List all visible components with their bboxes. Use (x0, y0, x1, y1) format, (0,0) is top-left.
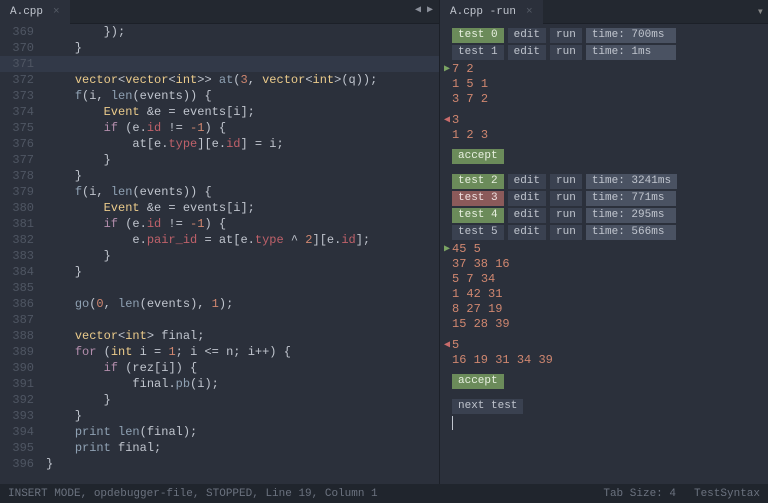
code-line[interactable]: if (rez[i]) { (46, 360, 439, 376)
code-line[interactable]: if (e.id != -1) { (46, 216, 439, 232)
output-marker-icon: ▶ (444, 242, 450, 257)
status-bar: INSERT MODE, opdebugger-file, STOPPED, L… (0, 484, 768, 503)
code-line[interactable]: } (46, 168, 439, 184)
tab-bar-right: A.cpp -run × ▾ (440, 0, 768, 24)
edit-button[interactable]: edit (508, 191, 546, 206)
run-button[interactable]: run (550, 191, 582, 206)
test-row: test 0 editrun time: 700ms (452, 28, 768, 43)
code-line[interactable]: } (46, 408, 439, 424)
code-line[interactable]: }); (46, 24, 439, 40)
dropdown-icon[interactable]: ▾ (757, 4, 764, 19)
time-badge: time: 3241ms (586, 174, 677, 189)
code-line[interactable]: } (46, 264, 439, 280)
run-pane: test 0editruntime: 700mstest 1editruntim… (440, 24, 768, 484)
output-line: 82719 (452, 302, 768, 317)
test-row: test 1 editrun time: 1ms (452, 45, 768, 60)
test-row: test 3 editrun time: 771ms (452, 191, 768, 206)
editor-pane[interactable]: 3693703713723733743753763773783793803813… (0, 24, 440, 484)
code-line[interactable]: } (46, 248, 439, 264)
output-line: 14231 (452, 287, 768, 302)
input-cursor[interactable] (452, 416, 453, 430)
code-line[interactable]: vector<vector<int>> at(3, vector<int>(q)… (46, 72, 439, 88)
edit-button[interactable]: edit (508, 225, 546, 240)
output-line: 72 (452, 62, 768, 77)
edit-button[interactable]: edit (508, 174, 546, 189)
code-line[interactable]: at[e.type][e.id] = i; (46, 136, 439, 152)
output-line: 373816 (452, 257, 768, 272)
run-button[interactable]: run (550, 28, 582, 43)
output-line: 5 (452, 338, 768, 353)
code-line[interactable] (46, 280, 439, 296)
code-line[interactable]: go(0, len(events), 1); (46, 296, 439, 312)
test-row: test 5 editrun time: 566ms (452, 225, 768, 240)
status-mode: INSERT MODE, opdebugger-file, STOPPED, L… (8, 488, 378, 500)
test-name-button[interactable]: test 4 (452, 208, 504, 223)
run-button[interactable]: run (550, 208, 582, 223)
test-row: test 2 editrun time: 3241ms (452, 174, 768, 189)
expected-marker-icon: ◀ (444, 338, 450, 353)
code-line[interactable] (46, 56, 439, 72)
code-line[interactable]: } (46, 456, 439, 472)
output-line: 455 (452, 242, 768, 257)
run-button[interactable]: run (550, 225, 582, 240)
expected-marker-icon: ◀ (444, 113, 450, 128)
tab-a-cpp[interactable]: A.cpp × (0, 0, 70, 24)
time-badge: time: 295ms (586, 208, 676, 223)
accept-button[interactable]: accept (452, 149, 504, 164)
time-badge: time: 566ms (586, 225, 676, 240)
tab-label: A.cpp (10, 6, 43, 18)
output-marker-icon: ▶ (444, 62, 450, 77)
code-line[interactable]: print final; (46, 440, 439, 456)
code-line[interactable]: if (e.id != -1) { (46, 120, 439, 136)
code-line[interactable]: } (46, 152, 439, 168)
code-line[interactable]: e.pair_id = at[e.type ^ 2][e.id]; (46, 232, 439, 248)
code-line[interactable]: } (46, 40, 439, 56)
code-line[interactable]: print len(final); (46, 424, 439, 440)
line-number-gutter: 3693703713723733743753763773783793803813… (0, 24, 40, 472)
time-badge: time: 1ms (586, 45, 676, 60)
test-name-button[interactable]: test 1 (452, 45, 504, 60)
next-test-button[interactable]: next test (452, 399, 523, 414)
test-name-button[interactable]: test 0 (452, 28, 504, 43)
run-button[interactable]: run (550, 174, 582, 189)
time-badge: time: 700ms (586, 28, 676, 43)
tab-label: A.cpp -run (450, 6, 516, 18)
code-line[interactable]: } (46, 392, 439, 408)
run-button[interactable]: run (550, 45, 582, 60)
output-line: 5734 (452, 272, 768, 287)
code-line[interactable]: f(i, len(events)) { (46, 184, 439, 200)
time-badge: time: 771ms (586, 191, 676, 206)
split-arrows[interactable]: ◀ ▶ (415, 4, 433, 16)
code-line[interactable]: for (int i = 1; i <= n; i++) { (46, 344, 439, 360)
edit-button[interactable]: edit (508, 28, 546, 43)
edit-button[interactable]: edit (508, 45, 546, 60)
status-tabsize[interactable]: Tab Size: 4 (603, 488, 676, 500)
code-area[interactable]: }); } vector<vector<int>> at(3, vector<i… (46, 24, 439, 472)
accept-button[interactable]: accept (452, 374, 504, 389)
test-row: test 4 editrun time: 295ms (452, 208, 768, 223)
code-line[interactable]: f(i, len(events)) { (46, 88, 439, 104)
output-line: 151 (452, 77, 768, 92)
output-line: 152839 (452, 317, 768, 332)
output-line: 3 (452, 113, 768, 128)
close-icon[interactable]: × (526, 6, 533, 18)
code-line[interactable]: Event &e = events[i]; (46, 104, 439, 120)
close-icon[interactable]: × (53, 6, 60, 18)
test-name-button[interactable]: test 3 (452, 191, 504, 206)
status-syntax[interactable]: TestSyntax (694, 488, 760, 500)
output-line: 372 (452, 92, 768, 107)
test-name-button[interactable]: test 5 (452, 225, 504, 240)
output-line: 123 (452, 128, 768, 143)
code-line[interactable]: vector<int> final; (46, 328, 439, 344)
code-line[interactable]: final.pb(i); (46, 376, 439, 392)
tab-bar-left: A.cpp × ◀ ▶ (0, 0, 439, 24)
test-name-button[interactable]: test 2 (452, 174, 504, 189)
code-line[interactable] (46, 312, 439, 328)
output-line: 1619313439 (452, 353, 768, 368)
tab-a-cpp-run[interactable]: A.cpp -run × (440, 0, 543, 24)
code-line[interactable]: Event &e = events[i]; (46, 200, 439, 216)
edit-button[interactable]: edit (508, 208, 546, 223)
